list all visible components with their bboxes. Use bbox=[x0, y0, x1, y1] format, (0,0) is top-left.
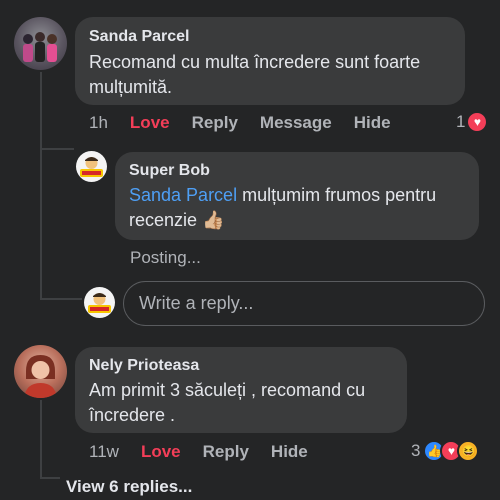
comment-bubble: Sanda Parcel Recomand cu multa încredere… bbox=[75, 17, 465, 105]
avatar[interactable] bbox=[76, 151, 107, 182]
reply-button[interactable]: Reply bbox=[203, 442, 249, 462]
reaction-summary[interactable]: 1 ♥ bbox=[456, 111, 489, 133]
thread-line bbox=[40, 72, 42, 300]
hide-button[interactable]: Hide bbox=[271, 442, 308, 462]
thread-line-branch bbox=[40, 148, 74, 150]
reaction-count: 3 bbox=[411, 441, 421, 460]
avatar[interactable] bbox=[14, 345, 67, 398]
mention-link[interactable]: Sanda Parcel bbox=[129, 185, 237, 205]
comment-author[interactable]: Nely Prioteasa bbox=[89, 357, 393, 375]
reply-input[interactable] bbox=[139, 293, 484, 314]
comment-text: Recomand cu multa încredere sunt foarte … bbox=[89, 52, 421, 97]
comment-author[interactable]: Sanda Parcel bbox=[89, 28, 451, 46]
group-photo-icon bbox=[23, 32, 57, 62]
super-bob-logo-icon bbox=[80, 157, 103, 177]
hide-button[interactable]: Hide bbox=[354, 113, 391, 133]
heart-reaction-icon: ♥ bbox=[466, 111, 489, 133]
comment-timestamp[interactable]: 11w bbox=[89, 442, 119, 462]
reaction-count: 1 bbox=[456, 112, 466, 131]
avatar bbox=[84, 287, 115, 318]
reply-bubble: Super Bob Sanda Parcel mulțumim frumos p… bbox=[115, 152, 479, 240]
reaction-summary[interactable]: 3 👍 ♥ 😆 bbox=[411, 440, 480, 462]
comment-text: Am primit 3 săculeți , recomand cu încre… bbox=[89, 380, 366, 425]
haha-reaction-icon: 😆 bbox=[457, 440, 480, 462]
reply-text: Sanda Parcel mulțumim frumos pentru rece… bbox=[129, 183, 465, 233]
message-button[interactable]: Message bbox=[260, 113, 332, 133]
posting-status: Posting... bbox=[130, 248, 201, 267]
comment-timestamp[interactable]: 1h bbox=[89, 113, 108, 133]
reply-field[interactable] bbox=[123, 281, 485, 326]
thread-line-branch bbox=[40, 477, 60, 479]
thread-line bbox=[40, 400, 42, 478]
thread-line-branch bbox=[40, 298, 82, 300]
comment-bubble: Nely Prioteasa Am primit 3 săculeți , re… bbox=[75, 347, 407, 433]
reply-author[interactable]: Super Bob bbox=[129, 162, 465, 180]
comment-actions: 11w Love Reply Hide bbox=[89, 442, 330, 462]
profile-photo-icon bbox=[24, 355, 57, 398]
comment-actions: 1h Love Reply Message Hide bbox=[89, 113, 413, 133]
love-button[interactable]: Love bbox=[130, 113, 170, 133]
love-button[interactable]: Love bbox=[141, 442, 181, 462]
avatar[interactable] bbox=[14, 17, 67, 70]
view-replies-link[interactable]: View 6 replies... bbox=[66, 477, 192, 497]
reply-button[interactable]: Reply bbox=[192, 113, 238, 133]
super-bob-logo-icon bbox=[88, 293, 111, 313]
